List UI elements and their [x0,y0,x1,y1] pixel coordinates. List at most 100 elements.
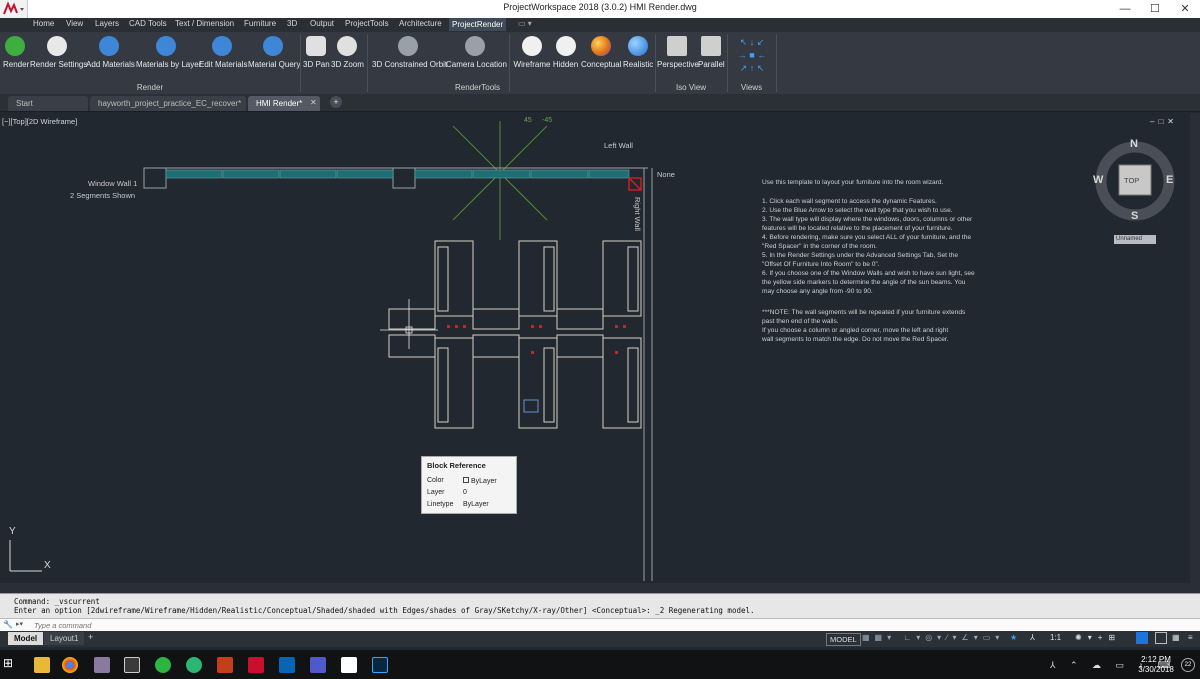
arrow-w-icon[interactable]: ← [757,50,766,60]
outlook-icon[interactable] [279,657,295,673]
viewcube-top-face[interactable]: TOP [1124,176,1139,185]
photoshop-icon[interactable] [372,657,388,673]
qcad-icon[interactable] [186,657,202,673]
camera-location-label: Camera Location [446,60,507,69]
close-tab-icon[interactable]: ✕ [310,98,317,107]
whatsapp-icon[interactable] [155,657,171,673]
tab-model[interactable]: Model [8,632,44,645]
render-button[interactable]: Render [3,36,29,69]
camera-location-button[interactable]: Camera Location [446,36,507,69]
menu-home[interactable]: Home [33,19,54,28]
compass-north[interactable]: N [1130,138,1138,150]
cad-drawing-canvas[interactable] [0,113,1190,583]
powerpoint-icon[interactable] [217,657,233,673]
notes-app-icon[interactable] [124,657,140,673]
angle-label-neg45: -45 [542,117,553,124]
arrow-nw-icon[interactable]: ↖ [740,37,748,47]
file-explorer-icon[interactable] [34,657,50,673]
3d-constrained-orbit-button[interactable]: 3D Constrained Orbit [372,36,447,69]
3d-zoom-button[interactable]: 3D Zoom [331,36,364,69]
compass-east[interactable]: E [1166,174,1173,186]
clean-screen-icon[interactable]: ▦ [1172,633,1180,642]
view-center-icon[interactable]: ■ [749,50,754,60]
conceptual-button[interactable]: Conceptual [581,36,621,69]
arrow-se-icon[interactable]: ↖ [757,63,765,73]
realistic-button[interactable]: Realistic [623,36,653,69]
status-toggle-icons[interactable]: ▦▦▾ ∟▾◎▾∕▾∠▾▭▾ [862,633,1004,642]
notification-center-icon[interactable]: 22 [1181,658,1195,672]
arrow-sw-icon[interactable]: ↗ [740,63,748,73]
wrench-icon[interactable]: 🔧 [3,620,13,629]
render-settings-button[interactable]: Render Settings [30,36,87,69]
windows-start-icon[interactable]: ⊞ [3,656,19,672]
minimize-button[interactable]: — [1110,0,1140,18]
add-materials-button[interactable]: Add Materials [86,36,135,69]
menu-layers[interactable]: Layers [95,19,119,28]
tab-hayworth-project[interactable]: hayworth_project_practice_EC_recover* [90,96,246,111]
compass-west[interactable]: W [1093,174,1103,186]
photos-icon[interactable] [341,657,357,673]
isolate-objects-icon[interactable] [1136,632,1148,644]
menu-text-dimension[interactable]: Text / Dimension [175,19,234,28]
material-query-button[interactable]: Material Query [248,36,300,69]
edit-materials-label: Edit Materials [199,60,248,69]
ucs-x-label: X [44,560,51,571]
3d-pan-button[interactable]: 3D Pan [303,36,330,69]
chrome-icon[interactable] [62,657,78,673]
model-space-button[interactable]: MODEL [826,633,861,646]
hardware-acceleration-icon[interactable] [1155,632,1167,644]
scale-label[interactable]: 1:1 [1050,633,1061,642]
info-icon [263,36,283,56]
menu-projecttools[interactable]: ProjectTools [345,19,389,28]
command-history-line: Enter an option [2dwireframe/Wireframe/H… [14,606,755,615]
parallel-button[interactable]: Parallel [698,36,725,69]
add-layout-icon[interactable]: + [88,632,93,642]
arrow-s-icon[interactable]: ↑ [750,63,755,73]
view-arrows-grid[interactable]: ↖ ↓ ↙ → ■ ← ↗ ↑ ↖ [731,36,773,78]
settings-icon [47,36,67,56]
compass-south[interactable]: S [1131,210,1138,222]
vertical-scrollbar[interactable] [1190,113,1200,583]
ribbon-options-icon[interactable]: ▭ ▾ [518,19,532,28]
tab-start[interactable]: Start [8,96,88,111]
tab-layout1[interactable]: Layout1 [44,632,85,645]
edit-materials-button[interactable]: Edit Materials [199,36,248,69]
command-prompt-icon[interactable]: ▸▾ [16,620,23,628]
perspective-button[interactable]: Perspective [657,36,699,69]
clock-date[interactable]: 3/30/2018 [1132,665,1180,674]
menu-cad-tools[interactable]: CAD Tools [129,19,167,28]
clock-time[interactable]: 2:12 PM [1136,655,1176,664]
sun-angle-markers [452,121,548,240]
app-shortcut-icon[interactable] [94,657,110,673]
block-reference-tooltip: Block Reference Color ByLayer Layer 0 Li… [421,456,517,514]
camera-icon [465,36,485,56]
menu-output[interactable]: Output [310,19,334,28]
materials-by-layer-button[interactable]: Materials by Layer [136,36,201,69]
drawing-viewport[interactable]: [−][Top][2D Wireframe] –□✕ 45 -45 Left W… [0,113,1190,583]
instruction-line: past then end of the walls. [762,318,839,325]
status-more-icons[interactable]: ✺▾+⊞ [1075,633,1121,642]
arrow-n-icon[interactable]: ↓ [750,37,755,47]
arrow-e-icon[interactable]: → [738,50,747,60]
customize-status-icon[interactable]: ≡ [1188,633,1193,642]
ucs-menu[interactable]: Unnamed [1114,235,1156,244]
arrow-ne-icon[interactable]: ↙ [757,37,765,47]
window-title: ProjectWorkspace 2018 (3.0.2) HMI Render… [503,2,697,12]
annotation-icon[interactable]: ★ [1010,633,1017,642]
projectworkspace-icon[interactable] [248,657,264,673]
command-input[interactable] [34,620,634,631]
materials-icon [99,36,119,56]
menu-view[interactable]: View [66,19,83,28]
menu-projectrender[interactable]: ProjectRender [449,18,507,31]
hidden-button[interactable]: Hidden [552,36,579,69]
menu-architecture[interactable]: Architecture [399,19,442,28]
maximize-button[interactable]: ☐ [1140,0,1170,18]
new-tab-icon[interactable]: + [330,96,342,108]
teams-icon[interactable] [310,657,326,673]
menu-3d[interactable]: 3D [287,19,297,28]
annotation-visibility-icon[interactable]: ⅄ [1030,633,1035,642]
menu-furniture[interactable]: Furniture [244,19,276,28]
horizontal-scrollbar[interactable] [0,583,1200,593]
close-button[interactable]: ✕ [1170,0,1200,18]
wireframe-button[interactable]: Wireframe [513,36,551,69]
